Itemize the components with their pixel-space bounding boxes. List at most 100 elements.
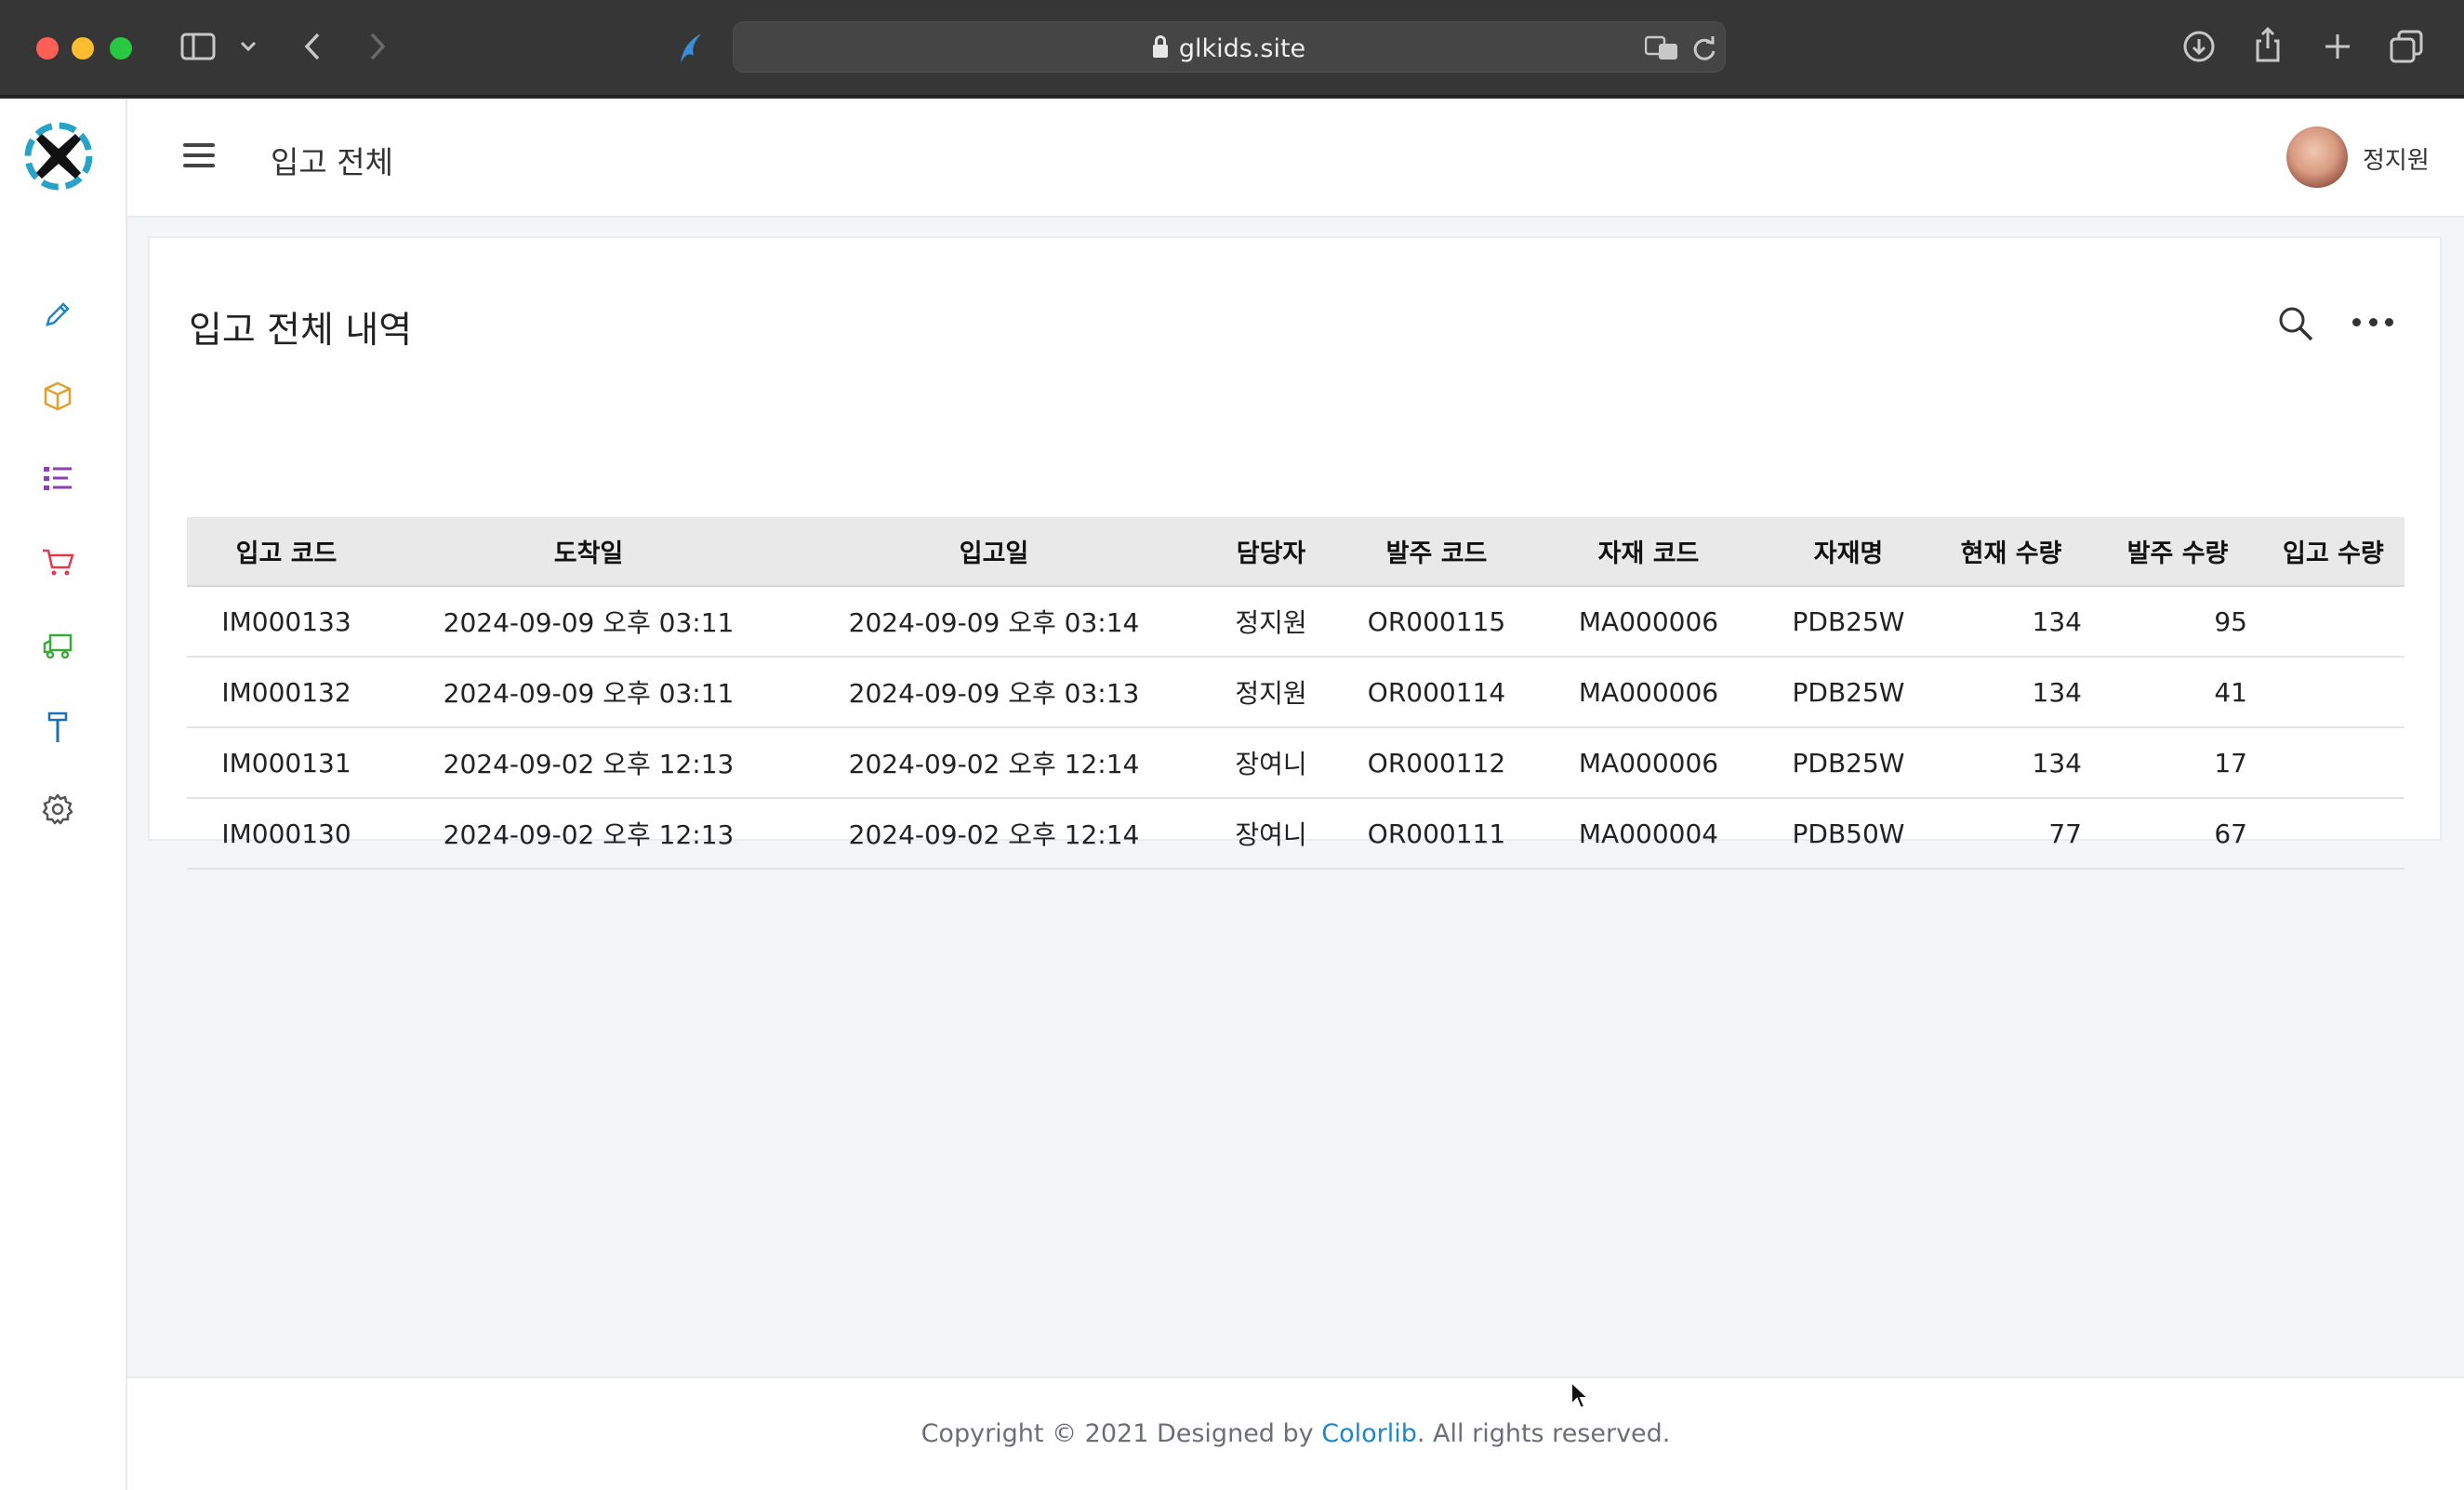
table-container[interactable]: 입고 코드 도착일 입고일 담당자 발주 코드 자재 코드 자재명 현재 수량 … [187, 517, 2404, 870]
table-cell: MA000006 [1528, 586, 1769, 658]
tab-overview-icon[interactable] [2390, 30, 2423, 63]
table-cell: IM000133 [187, 586, 386, 658]
minimize-window-button[interactable] [72, 37, 94, 60]
table-cell: IM000130 [187, 798, 386, 870]
footer-suffix: . All rights reserved. [1416, 1419, 1671, 1448]
table-cell: 134 [1927, 586, 2095, 658]
card-title: 입고 전체 내역 [189, 310, 413, 352]
table-cell: IM000132 [187, 657, 386, 728]
mouse-cursor-icon [1570, 1380, 1590, 1410]
address-bar[interactable]: glkids.site [733, 21, 1726, 73]
sidebar-item-list[interactable] [37, 458, 78, 499]
more-options-button[interactable] [2352, 313, 2393, 331]
footer-colorlib-link[interactable]: Colorlib [1321, 1419, 1417, 1448]
back-icon[interactable] [303, 32, 322, 61]
sidebar-item-order-write[interactable] [37, 294, 78, 335]
table-cell: 134 [1927, 727, 2095, 799]
column-header[interactable]: 자재 코드 [1528, 517, 1769, 587]
user-name[interactable]: 정지원 [2363, 141, 2430, 176]
sidebar-toggle-icon[interactable] [180, 33, 216, 60]
table-cell: OR000115 [1345, 586, 1528, 658]
footer-copyright: Copyright © 2021 Designed by Colorlib. A… [127, 1419, 2464, 1448]
reload-icon[interactable] [1691, 34, 1717, 62]
table-cell: 2024-09-02 오후 12:13 [386, 798, 791, 870]
sidebar [0, 99, 127, 1490]
table-cell: 134 [1927, 657, 2095, 728]
table-row[interactable]: IM000133 2024-09-09 오후 03:11 2024-09-09 … [187, 586, 2404, 658]
page-title: 입고 전체 [271, 144, 393, 180]
search-icon[interactable] [2275, 303, 2316, 344]
url-text: glkids.site [734, 34, 1725, 63]
column-header[interactable]: 도착일 [386, 517, 791, 587]
table-cell: OR000111 [1345, 798, 1528, 870]
close-window-button[interactable] [36, 37, 59, 60]
logo-icon[interactable] [23, 121, 94, 192]
table-cell: PDB25W [1769, 727, 1927, 799]
table-cell: MA000006 [1528, 657, 1769, 728]
more-dot-icon [2352, 317, 2361, 326]
zoom-window-button[interactable] [110, 37, 132, 60]
sidebar-item-materials[interactable] [37, 376, 78, 417]
table-cell: 42 [2260, 657, 2404, 728]
column-header[interactable]: 입고일 [791, 517, 1197, 587]
table-cell: 2024-09-02 오후 12:14 [791, 798, 1197, 870]
table-cell: 17 [2260, 727, 2404, 799]
more-dot-icon [2385, 317, 2393, 326]
table-cell: 정지원 [1197, 657, 1345, 728]
table-cell: 장여니 [1197, 798, 1345, 870]
column-header[interactable]: 담당자 [1197, 517, 1345, 587]
forward-icon[interactable] [368, 32, 387, 61]
table-cell: PDB25W [1769, 657, 1927, 728]
share-icon[interactable] [2254, 26, 2282, 63]
table-cell: 2024-09-09 오후 03:11 [386, 586, 791, 658]
column-header[interactable]: 현재 수량 [1927, 517, 2095, 587]
lock-icon [1152, 35, 1168, 58]
table-cell: OR000114 [1345, 657, 1528, 728]
app-content: 입고 전체 정지원 입고 전체 내역 입고 코드 도착일 입고일 담당자 발주 … [0, 99, 2464, 1490]
table-cell: 2024-09-02 오후 12:13 [386, 727, 791, 799]
table-cell: 95 [2260, 586, 2404, 658]
sidebar-item-tools[interactable] [37, 707, 78, 748]
table-cell: 2024-09-09 오후 03:11 [386, 657, 791, 728]
receiving-history-card: 입고 전체 내역 입고 코드 도착일 입고일 담당자 발주 코드 자재 코드 자… [148, 236, 2442, 870]
top-navbar: 입고 전체 정지원 [127, 99, 2464, 218]
table-cell: MA000004 [1528, 798, 1769, 870]
list-icon [44, 467, 72, 490]
table-header-row: 입고 코드 도착일 입고일 담당자 발주 코드 자재 코드 자재명 현재 수량 … [187, 517, 2404, 587]
sidebar-item-settings[interactable] [37, 789, 78, 830]
truck-icon [43, 633, 73, 659]
column-header[interactable]: 자재명 [1769, 517, 1927, 587]
more-dot-icon [2368, 317, 2378, 326]
download-icon[interactable] [2183, 31, 2215, 62]
chevron-down-icon[interactable] [240, 41, 257, 52]
column-header[interactable]: 입고 수량 [2260, 517, 2404, 587]
box-icon [44, 381, 72, 411]
column-header[interactable]: 발주 수량 [2095, 517, 2260, 587]
translate-icon[interactable] [1645, 35, 1680, 61]
gear-icon [42, 793, 73, 825]
pencil-icon [46, 302, 70, 326]
table-row[interactable]: IM000131 2024-09-02 오후 12:13 2024-09-02 … [187, 727, 2404, 799]
table-cell: 17 [2095, 727, 2260, 799]
sidebar-item-orders[interactable] [37, 541, 78, 582]
table-cell: 정지원 [1197, 586, 1345, 658]
table-cell: 67 [2260, 798, 2404, 870]
table-cell: OR000112 [1345, 727, 1528, 799]
hammer-icon [47, 712, 68, 742]
table-row[interactable]: IM000130 2024-09-02 오후 12:13 2024-09-02 … [187, 798, 2404, 870]
table-cell: IM000131 [187, 727, 386, 799]
table-cell: 77 [1927, 798, 2095, 870]
receiving-table: 입고 코드 도착일 입고일 담당자 발주 코드 자재 코드 자재명 현재 수량 … [187, 517, 2404, 870]
table-row[interactable]: IM000132 2024-09-09 오후 03:11 2024-09-09 … [187, 657, 2404, 728]
table-cell: PDB50W [1769, 798, 1927, 870]
table-cell: PDB25W [1769, 586, 1927, 658]
cart-icon [43, 549, 74, 576]
column-header[interactable]: 입고 코드 [187, 517, 386, 587]
column-header[interactable]: 발주 코드 [1345, 517, 1528, 587]
avatar[interactable] [2286, 126, 2348, 188]
sidebar-item-delivery[interactable] [37, 625, 78, 666]
table-cell: 2024-09-09 오후 03:13 [791, 657, 1197, 728]
new-tab-icon[interactable] [2323, 32, 2352, 61]
site-extension-icon[interactable] [675, 30, 705, 67]
hamburger-menu-button[interactable] [183, 143, 215, 171]
